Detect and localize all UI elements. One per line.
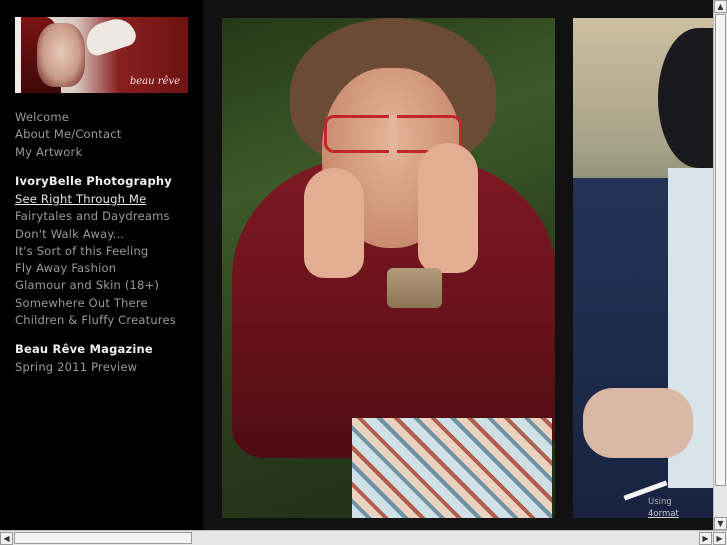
horizontal-scroll-thumb[interactable]	[14, 532, 192, 544]
section-heading-ivorybelle: IvoryBelle Photography	[15, 174, 172, 188]
photo-bracelet-shape	[387, 268, 442, 308]
photo-left-hand-shape	[304, 168, 364, 278]
gallery-see-right-through-me[interactable]: See Right Through Me	[15, 191, 176, 208]
gallery-fly-away-fashion[interactable]: Fly Away Fashion	[15, 260, 176, 277]
top-nav: Welcome About Me/Contact My Artwork	[15, 109, 121, 161]
scroll-right-button-2[interactable]: ▶	[713, 532, 726, 545]
gallery-somewhere-out-there[interactable]: Somewhere Out There	[15, 295, 176, 312]
horizontal-scrollbar[interactable]: ◀ ▶ ▶	[0, 530, 727, 545]
logo-arm-shape	[81, 17, 139, 58]
gallery-children-fluffy[interactable]: Children & Fluffy Creatures	[15, 312, 176, 329]
gallery-sort-of-this-feeling[interactable]: It's Sort of this Feeling	[15, 243, 176, 260]
gallery-fairytales[interactable]: Fairytales and Daydreams	[15, 208, 176, 225]
gallery-photo-man-cigarette[interactable]	[573, 18, 713, 518]
logo-face-shape	[37, 23, 85, 87]
platform-credit: Using 4ormat	[648, 496, 679, 520]
vertical-scrollbar[interactable]: ▲ ▼	[713, 0, 727, 530]
gallery-photo-woman-glasses[interactable]	[222, 18, 555, 518]
scroll-up-button[interactable]: ▲	[714, 0, 727, 13]
credit-link-4ormat[interactable]: 4ormat	[648, 508, 679, 520]
photo-right-hand-shape	[418, 143, 478, 273]
nav-welcome[interactable]: Welcome	[15, 109, 121, 126]
section-heading-beau-reve: Beau Rêve Magazine	[15, 342, 153, 356]
magazine-spring-2011-preview[interactable]: Spring 2011 Preview	[15, 359, 137, 376]
gallery-dont-walk-away[interactable]: Don't Walk Away...	[15, 226, 176, 243]
scroll-down-button[interactable]: ▼	[714, 517, 727, 530]
credit-prefix: Using	[648, 497, 672, 507]
photo-hair-shape	[658, 28, 713, 168]
scroll-left-button[interactable]: ◀	[0, 532, 13, 545]
sidebar: beau rêve Welcome About Me/Contact My Ar…	[0, 0, 203, 530]
ivorybelle-gallery-nav: See Right Through Me Fairytales and Dayd…	[15, 191, 176, 329]
logo-brand-text: beau rêve	[129, 76, 180, 87]
photo-hand-shape	[583, 388, 693, 458]
site-logo[interactable]: beau rêve	[15, 17, 188, 93]
gallery-glamour-and-skin[interactable]: Glamour and Skin (18+)	[15, 277, 176, 294]
scroll-right-button-1[interactable]: ▶	[699, 532, 712, 545]
nav-about-contact[interactable]: About Me/Contact	[15, 126, 121, 143]
nav-my-artwork[interactable]: My Artwork	[15, 144, 121, 161]
photo-skirt-shape	[352, 418, 552, 518]
vertical-scroll-thumb[interactable]	[715, 14, 726, 486]
magazine-nav: Spring 2011 Preview	[15, 359, 137, 376]
